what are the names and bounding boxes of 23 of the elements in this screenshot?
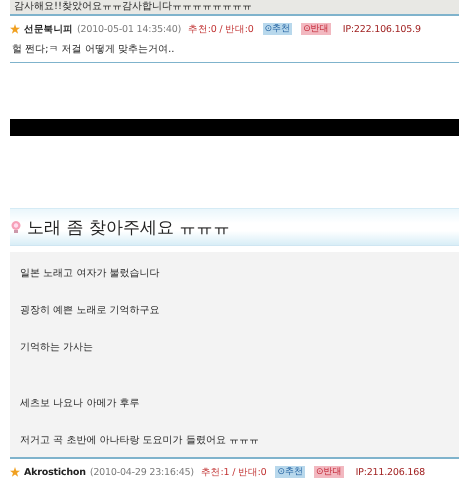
comment-time: (2010-04-29 23:16:45) — [90, 466, 194, 478]
comment-text: 헐 쩐다;ㅋ 저걸 어떻게 맞추는거여.. — [10, 42, 459, 63]
star-icon — [10, 467, 20, 477]
comment-author[interactable]: Akrostichon — [24, 466, 86, 478]
post-paragraph: 세츠보 나요나 아메가 후루 — [20, 397, 141, 411]
post-paragraph: 일본 노래고 여자가 불렀습니다 — [20, 267, 161, 281]
post-paragraph: 저거고 곡 초반에 아나타랑 도요미가 들렸어요 ㅠㅠㅠ — [20, 434, 260, 448]
oppose-button[interactable]: ⊙반대 — [314, 466, 344, 478]
vote-count: 추천:1 / 반대:0 — [200, 466, 266, 478]
ip-address: IP:222.106.105.9 — [342, 24, 421, 34]
ip-address: IP:211.206.168 — [356, 466, 425, 478]
vote-count: 추천:0 / 반대:0 — [188, 22, 254, 36]
comment-text: 감사해요!!찾았어요ㅠㅠ감사합니다ㅠㅠㅠㅠㅠㅠㅠㅠ — [13, 1, 252, 13]
star-icon — [10, 24, 20, 34]
comment-author[interactable]: 선문북니피 — [24, 22, 74, 36]
recommend-button[interactable]: ⊙추천 — [275, 466, 306, 478]
post-paragraph: 굉장히 예쁜 노래로 기억하구요 — [20, 304, 161, 318]
oppose-button[interactable]: ⊙반대 — [301, 23, 331, 35]
post-title: 노래 좀 찾아주세요 ㅠㅠㅠ — [27, 216, 230, 238]
post-paragraph: 기억하는 가사는 — [20, 341, 94, 355]
comment-time: (2010-05-01 14:35:40) — [77, 24, 182, 34]
recommend-button[interactable]: ⊙추천 — [262, 23, 292, 35]
lightbulb-icon — [10, 220, 22, 234]
